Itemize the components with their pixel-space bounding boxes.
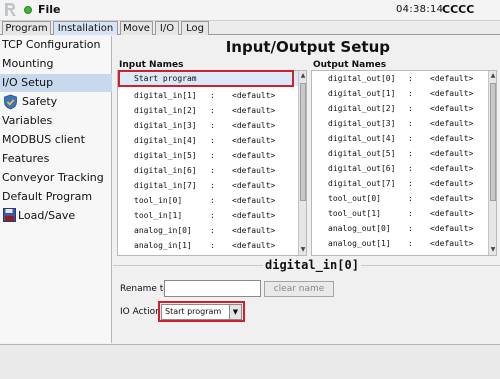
input-list-scrollbar[interactable]: ▲ ▼ xyxy=(298,71,306,255)
rename-input[interactable] xyxy=(164,280,261,297)
sidebar-item-label: TCP Configuration xyxy=(2,38,101,51)
sidebar-item-tcp-configuration[interactable]: TCP Configuration xyxy=(0,36,112,54)
list-item[interactable]: digital_in[7]: <default> xyxy=(118,178,298,193)
input-names-list[interactable]: Start program digital_in[1]: <default> di… xyxy=(117,70,307,256)
sidebar-item-label: Variables xyxy=(2,114,53,127)
tab-move[interactable]: Move xyxy=(120,21,153,35)
bottom-bar xyxy=(0,344,500,379)
list-item[interactable]: digital_out[5]: <default> xyxy=(312,146,488,161)
scroll-up-icon[interactable]: ▲ xyxy=(299,71,306,80)
list-item[interactable]: digital_out[7]: <default> xyxy=(312,176,488,191)
tab-installation[interactable]: Installation xyxy=(53,21,118,35)
list-item[interactable]: tool_in[0]: <default> xyxy=(118,193,298,208)
file-menu[interactable]: File xyxy=(38,3,61,16)
tab-bar: Program Installation Move I/O Log xyxy=(0,21,500,35)
io-action-highlight xyxy=(158,301,245,322)
sidebar-item-label: Conveyor Tracking xyxy=(2,171,104,184)
list-item[interactable]: tool_out[1]: <default> xyxy=(312,206,488,221)
list-item[interactable]: tool_out[0]: <default> xyxy=(312,191,488,206)
output-list-scrollbar[interactable]: ▲ ▼ xyxy=(488,71,496,255)
sidebar-item-label: Features xyxy=(2,152,50,165)
floppy-disk-icon xyxy=(3,208,16,222)
list-item[interactable]: digital_out[4]: <default> xyxy=(312,131,488,146)
sidebar-item-label: MODBUS client xyxy=(2,133,85,146)
list-item[interactable]: digital_in[5]: <default> xyxy=(118,148,298,163)
sidebar-item-label: Safety xyxy=(22,95,58,108)
sidebar-item-safety[interactable]: Safety xyxy=(0,93,112,111)
list-item[interactable]: digital_in[3]: <default> xyxy=(118,118,298,133)
tab-log[interactable]: Log xyxy=(181,21,209,35)
list-item[interactable]: analog_in[1]: <default> xyxy=(118,238,298,253)
selected-input-highlight xyxy=(118,70,294,87)
page-title: Input/Output Setup xyxy=(225,38,390,56)
sidebar-item-label: Load/Save xyxy=(18,209,76,222)
list-item[interactable]: digital_in[6]: <default> xyxy=(118,163,298,178)
list-item[interactable]: analog_in[0]: <default> xyxy=(118,223,298,238)
sidebar-item-features[interactable]: Features xyxy=(0,150,112,168)
io-setup-panel: Input/Output Setup Input Names Start pro… xyxy=(113,36,500,343)
clock: 04:38:14 xyxy=(396,4,444,15)
list-item[interactable]: digital_in[2]: <default> xyxy=(118,103,298,118)
output-names-label: Output Names xyxy=(313,60,387,70)
scrollbar-thumb[interactable] xyxy=(300,83,306,201)
list-item[interactable]: analog_out[0]: <default> xyxy=(312,221,488,236)
sidebar-item-label: Mounting xyxy=(2,57,54,70)
sidebar-item-default-program[interactable]: Default Program xyxy=(0,188,112,206)
scroll-down-icon[interactable]: ▼ xyxy=(489,245,496,254)
list-item[interactable]: digital_in[4]: <default> xyxy=(118,133,298,148)
sidebar-item-label: I/O Setup xyxy=(2,76,54,89)
scroll-down-icon[interactable]: ▼ xyxy=(299,245,306,254)
installation-sidebar: TCP Configuration Mounting I/O Setup Saf… xyxy=(0,36,112,343)
sidebar-item-load-save[interactable]: Load/Save xyxy=(0,207,112,225)
input-names-label: Input Names xyxy=(119,60,184,70)
list-item[interactable]: digital_out[2]: <default> xyxy=(312,101,488,116)
tab-io[interactable]: I/O xyxy=(155,21,179,35)
shield-icon xyxy=(4,94,17,110)
output-names-list[interactable]: digital_out[0]: <default> digital_out[1]:… xyxy=(311,70,497,256)
scrollbar-thumb[interactable] xyxy=(490,83,496,201)
robot-name: CCCC xyxy=(442,3,475,16)
sidebar-item-conveyor-tracking[interactable]: Conveyor Tracking xyxy=(0,169,112,187)
list-item[interactable]: digital_in[1]: <default> xyxy=(118,88,298,103)
robot-logo-icon xyxy=(5,3,16,16)
clear-name-button[interactable]: clear name xyxy=(264,281,334,297)
list-item[interactable]: digital_out[1]: <default> xyxy=(312,86,488,101)
list-item[interactable]: digital_out[3]: <default> xyxy=(312,116,488,131)
sidebar-item-variables[interactable]: Variables xyxy=(0,112,112,130)
tab-program[interactable]: Program xyxy=(2,21,51,35)
status-indicator-icon xyxy=(24,6,32,14)
scroll-up-icon[interactable]: ▲ xyxy=(489,71,496,80)
top-bar: File 04:38:14 CCCC xyxy=(0,0,500,20)
list-item[interactable]: digital_out[0]: <default> xyxy=(312,71,488,86)
sidebar-item-mounting[interactable]: Mounting xyxy=(0,55,112,73)
selected-io-title: digital_in[0] xyxy=(263,258,361,272)
list-item[interactable]: digital_out[6]: <default> xyxy=(312,161,488,176)
list-item[interactable]: tool_in[1]: <default> xyxy=(118,208,298,223)
sidebar-item-label: Default Program xyxy=(2,190,93,203)
rename-label: Rename to xyxy=(120,284,169,294)
sidebar-item-io-setup[interactable]: I/O Setup xyxy=(0,74,112,92)
sidebar-item-modbus-client[interactable]: MODBUS client xyxy=(0,131,112,149)
list-item[interactable]: analog_out[1]: <default> xyxy=(312,236,488,251)
